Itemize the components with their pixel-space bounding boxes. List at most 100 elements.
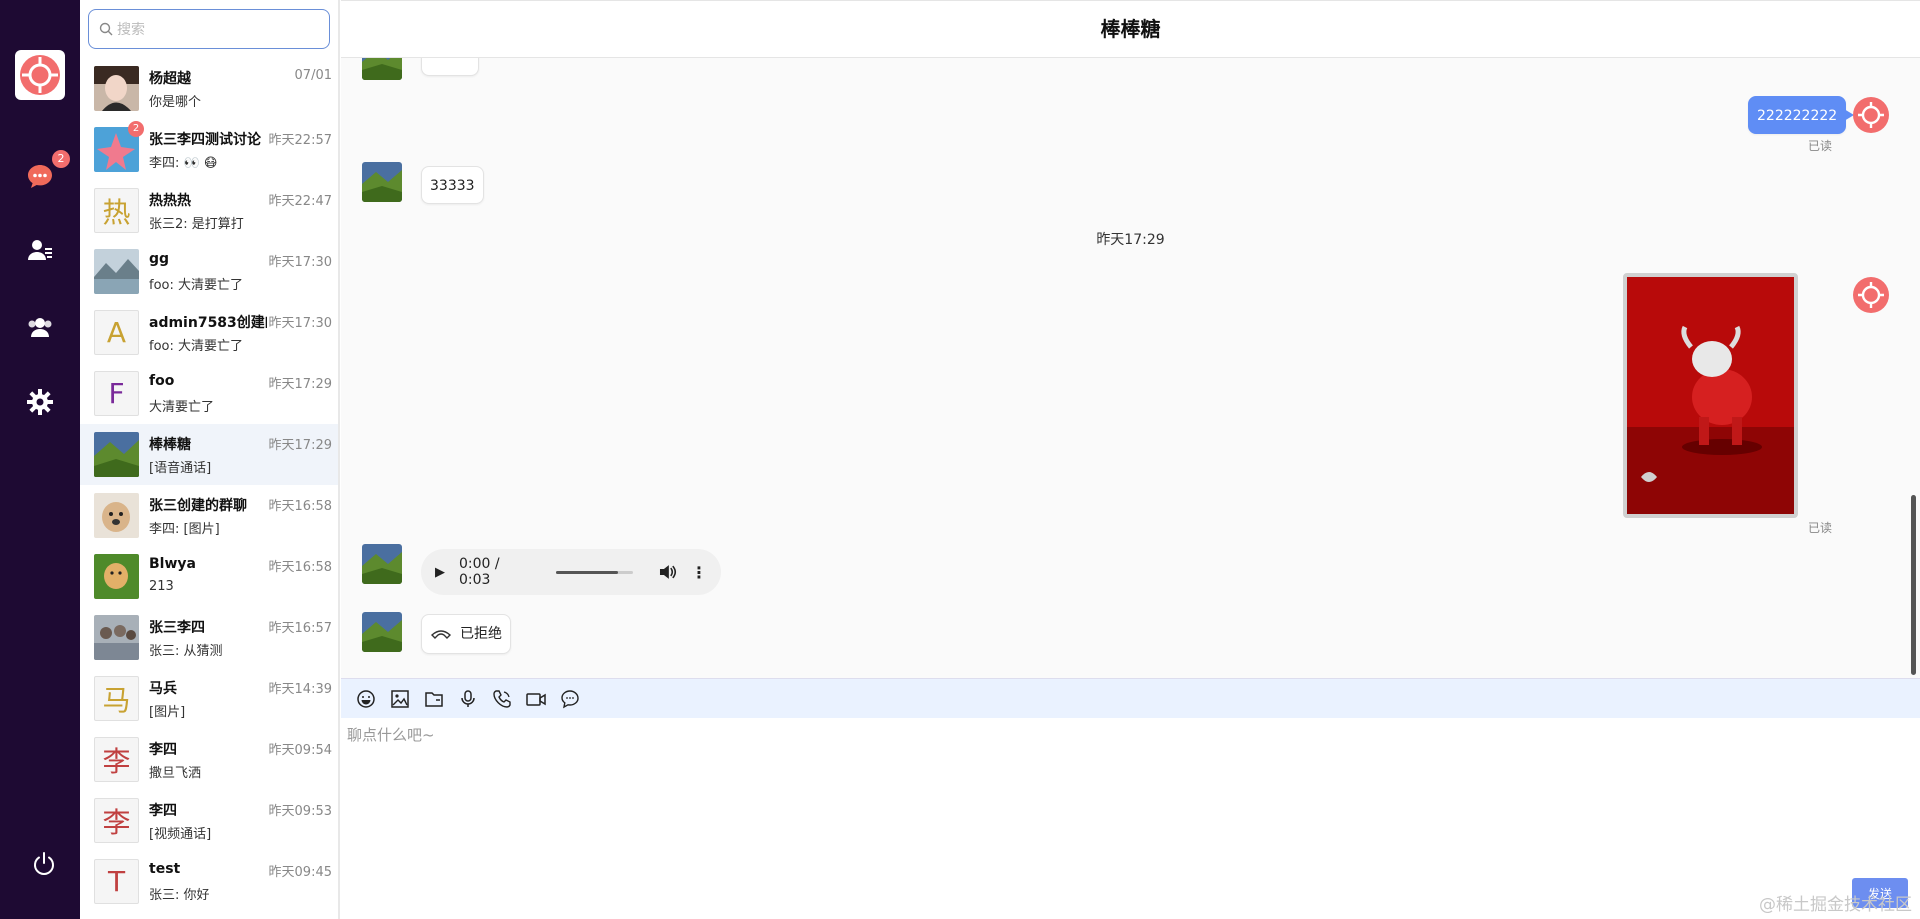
conversation-item[interactable]: 棒棒糖 昨天17:29 [语音通话]	[80, 424, 338, 485]
message-input[interactable]	[347, 724, 1847, 884]
conversation-time: 昨天22:57	[268, 133, 332, 148]
avatar: A	[94, 310, 139, 355]
conversation-preview: foo: 大清要亡了	[149, 339, 243, 354]
conversation-preview: [图片]	[149, 705, 186, 720]
lifebuoy-logo-icon	[1858, 102, 1884, 128]
image-icon	[391, 689, 409, 708]
my-avatar[interactable]	[1853, 97, 1889, 133]
audio-time: 0:00 / 0:03	[459, 556, 500, 588]
conversation-item[interactable]: Ffoo 昨天17:29 大清要亡了	[80, 363, 338, 424]
unread-badge: 2	[128, 121, 144, 137]
conversation-list: 杨超越07/01你是哪个2张三李四测试讨论昨天22:57李四: 👀 😷热热热热昨…	[80, 0, 340, 919]
composer-toolbar	[341, 678, 1920, 718]
message-button[interactable]	[553, 682, 587, 716]
chat-title: 棒棒糖	[341, 1, 1920, 58]
chat-bubble-icon	[28, 165, 52, 188]
conversation-item[interactable]: 热热热热 昨天22:47 张三2: 是打算打	[80, 180, 338, 241]
conversation-item[interactable]: Ttest 昨天09:45 张三: 你好	[80, 851, 338, 912]
conversation-time: 07/01	[294, 68, 332, 83]
conversation-name: 马兵	[149, 681, 177, 697]
conversation-item[interactable]: Aadmin7583创建的群昨天17:30 foo: 大清要亡了	[80, 302, 338, 363]
conversation-item[interactable]: gg 昨天17:30 foo: 大清要亡了	[80, 241, 338, 302]
read-status: 已读	[1808, 139, 1833, 153]
avatar: F	[94, 371, 139, 416]
conversation-item[interactable]: 李李四 昨天09:54 撒旦飞洒	[80, 729, 338, 790]
nav-groups[interactable]	[22, 309, 58, 345]
conversation-time: 昨天09:45	[268, 865, 332, 880]
avatar	[94, 554, 139, 599]
composer: 发送	[341, 718, 1920, 919]
conversation-preview: 张三: 从猜测	[149, 644, 223, 659]
contact-avatar[interactable]	[362, 544, 402, 584]
watermark: @稀土掘金技术社区	[1759, 895, 1912, 915]
conversation-item[interactable]: 张三创建的群聊 昨天16:58 李四: [图片]	[80, 485, 338, 546]
conversation-item[interactable]: 杨超越 07/01 你是哪个	[80, 58, 338, 119]
search-icon	[99, 22, 113, 36]
read-status: 已读	[1808, 521, 1833, 535]
contacts-icon	[28, 240, 52, 260]
more-options-icon[interactable]: ⋮	[691, 563, 707, 582]
red-bull-image	[1627, 277, 1794, 514]
conversation-time: 昨天17:29	[268, 377, 332, 392]
play-icon[interactable]: ▶	[435, 565, 445, 580]
conversation-name: 热热热	[149, 193, 191, 209]
conversation-time: 昨天22:47	[268, 194, 332, 209]
conversation-name: 张三李四测试讨论	[149, 132, 261, 148]
emoji-icon	[357, 689, 375, 708]
conversation-item[interactable]: 张三李四 昨天16:57 张三: 从猜测	[80, 607, 338, 668]
avatar: T	[94, 859, 139, 904]
left-nav: 2	[0, 0, 80, 919]
call-status-text: 已拒绝	[460, 626, 502, 642]
voice-button[interactable]	[451, 682, 485, 716]
message-area[interactable]: ········· 222222222 已读 33333 昨天17:29	[341, 58, 1920, 678]
conversation-time: 昨天09:54	[268, 743, 332, 758]
emoji-button[interactable]	[349, 682, 383, 716]
image-button[interactable]	[383, 682, 417, 716]
conversation-preview: 撒旦飞洒	[149, 766, 202, 781]
logout-button[interactable]	[26, 846, 62, 882]
avatar	[94, 493, 139, 538]
time-divider: 昨天17:29	[1096, 232, 1165, 248]
avatar	[94, 432, 139, 477]
conversation-name: 李四	[149, 803, 177, 819]
contact-avatar[interactable]	[362, 162, 402, 202]
conversation-name: admin7583创建的群	[149, 315, 267, 331]
call-status-bubble[interactable]: 已拒绝	[421, 614, 511, 654]
contact-avatar[interactable]	[362, 58, 402, 80]
nav-chats[interactable]: 2	[22, 150, 70, 194]
conversation-time: 昨天17:30	[268, 255, 332, 270]
message-scrollbar[interactable]	[1911, 495, 1916, 675]
nav-settings[interactable]	[22, 384, 58, 420]
image-message[interactable]	[1623, 273, 1798, 518]
group-icon	[28, 318, 52, 337]
video-icon	[526, 692, 546, 706]
file-button[interactable]	[417, 682, 451, 716]
conversation-item[interactable]: 李李四 昨天09:53 [视频通话]	[80, 790, 338, 851]
audio-message[interactable]: ▶ 0:00 / 0:03 ⋮	[421, 549, 721, 595]
volume-icon[interactable]	[659, 564, 677, 580]
search-input[interactable]	[117, 18, 317, 42]
conversation-time: 昨天16:58	[268, 499, 332, 514]
avatar	[94, 66, 139, 111]
contact-avatar[interactable]	[362, 612, 402, 652]
my-avatar[interactable]	[1853, 277, 1889, 313]
voice-call-button[interactable]	[485, 682, 519, 716]
message-bubble[interactable]: ·········	[421, 58, 480, 76]
app-logo[interactable]	[15, 50, 65, 100]
message-bubble[interactable]: 33333	[421, 166, 484, 204]
conversation-item[interactable]: Blwya 昨天16:58 213	[80, 546, 338, 607]
my-message-bubble[interactable]: 222222222	[1748, 96, 1855, 134]
conversation-preview: 213	[149, 579, 174, 594]
mic-icon	[461, 689, 475, 707]
conversation-preview: [语音通话]	[149, 461, 212, 476]
conversation-item[interactable]: 2 张三李四测试讨论 昨天22:57 李四: 👀 😷	[80, 119, 338, 180]
conversation-preview: 张三2: 是打算打	[149, 217, 244, 232]
conversation-preview: 李四: [图片]	[149, 522, 220, 537]
conversation-item[interactable]: 马马兵 昨天14:39 [图片]	[80, 668, 338, 729]
gear-icon	[27, 389, 53, 415]
audio-seek-bar[interactable]	[556, 570, 634, 574]
conversation-rows: 杨超越 07/01 你是哪个 2 张三李四测试讨论 昨天22:57 李四: 👀 😷 热热热热昨…	[80, 58, 338, 912]
video-call-button[interactable]	[519, 682, 553, 716]
conversation-name: 张三李四	[149, 620, 205, 636]
nav-contacts[interactable]	[22, 232, 58, 268]
